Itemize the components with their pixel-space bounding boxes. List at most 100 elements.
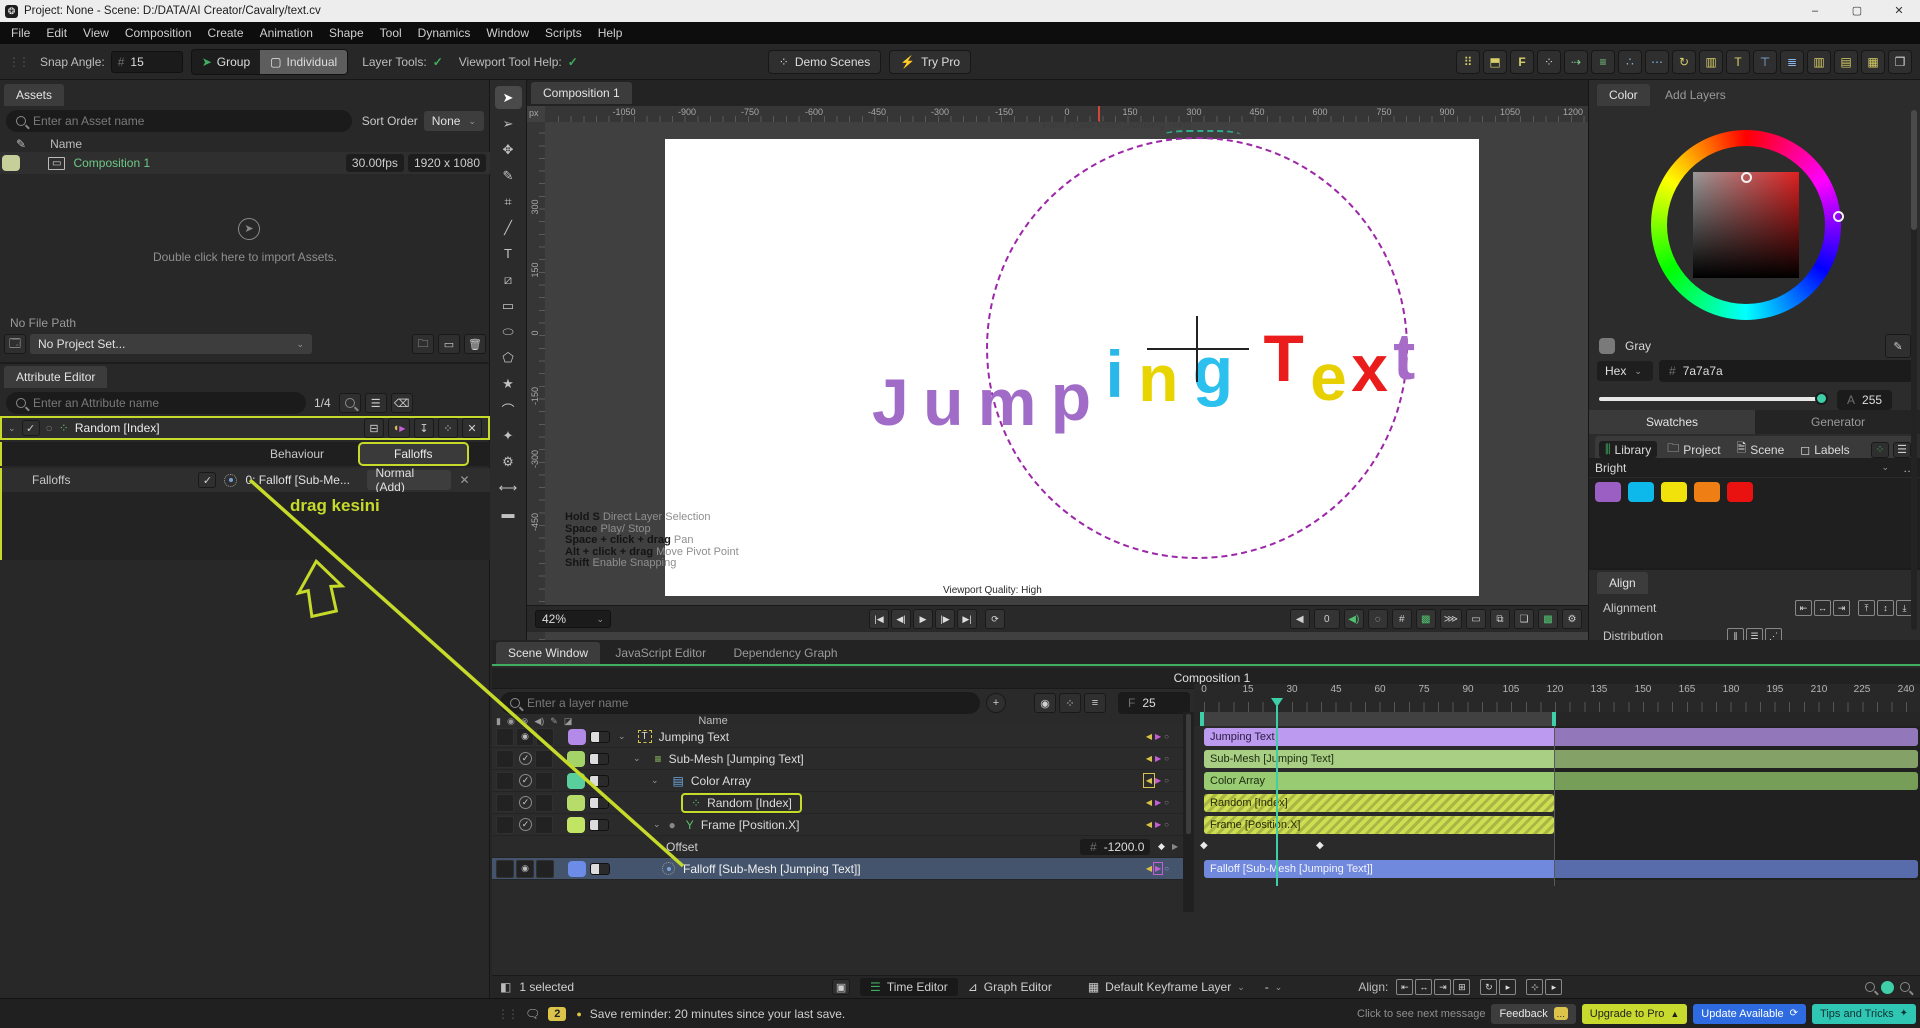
layer-name[interactable]: Random [Index] (707, 796, 792, 810)
polygon-tool-icon[interactable]: ⬠ (495, 346, 522, 369)
pin-icon[interactable]: ↧ (414, 418, 434, 438)
layer-toggle[interactable] (589, 818, 609, 831)
align-left-button[interactable]: ⇤ (1795, 600, 1812, 616)
tab-labels[interactable]: ◻ Labels (1794, 442, 1855, 458)
upgrade-pro-button[interactable]: Upgrade to Pro ▲ (1581, 1003, 1688, 1024)
blend-mode-dropdown[interactable]: Normal (Add) (367, 466, 452, 494)
align-center-v-button[interactable]: ↕ (1877, 600, 1894, 616)
lasso-icon[interactable]: ◌ (1367, 609, 1388, 629)
checker-icon[interactable]: ▩ (1538, 609, 1558, 629)
shear-tool-icon[interactable]: ⧄ (495, 268, 522, 291)
swatch-group-name[interactable]: Bright (1595, 461, 1626, 475)
layer-toggle[interactable] (589, 796, 609, 809)
panel-scrollbar[interactable] (1911, 110, 1917, 630)
star-tool-icon[interactable]: ★ (495, 372, 522, 395)
timeline-zoom-handle[interactable] (1881, 980, 1894, 994)
work-area-end-handle[interactable] (1552, 712, 1556, 726)
menu-tool[interactable]: Tool (373, 22, 409, 44)
menu-shape[interactable]: Shape (322, 22, 371, 44)
layer-swatch[interactable] (568, 860, 586, 877)
settings-tool-icon[interactable]: ⚙ (495, 450, 522, 473)
next-keyframe-icon[interactable]: ▶ (1155, 732, 1161, 741)
maximize-button[interactable]: ▢ (1836, 0, 1878, 22)
tab-scene-window[interactable]: Scene Window (496, 642, 601, 664)
sort-order-dropdown[interactable]: None ⌄ (423, 111, 484, 131)
trash-icon[interactable]: 🗑 (464, 334, 486, 354)
layer-search-input[interactable]: Enter a layer name (500, 692, 980, 714)
tab-swatches[interactable]: Swatches (1589, 410, 1755, 434)
align-middle-icon[interactable]: ≣ (1780, 49, 1804, 74)
project-set-icon[interactable]: 🗔 (4, 334, 26, 354)
layer-list-scrollbar[interactable] (1183, 712, 1194, 912)
audio-icon[interactable]: ◀) (1343, 609, 1364, 629)
layer-name[interactable]: Falloff [Sub-Mesh [Jumping Text]] (683, 862, 861, 876)
render-icon[interactable]: ⊗ (521, 716, 529, 727)
enabled-check-icon[interactable]: ✓ (519, 752, 532, 765)
tab-color[interactable]: Color (1597, 84, 1650, 106)
solo-cell[interactable] (536, 727, 554, 746)
layer-row-jumping-text[interactable]: ◉ ⌄ T Jumping Text ◀ ▶ ○ (492, 726, 1183, 748)
layer-overlays-icon[interactable]: ⧉ (1490, 609, 1510, 629)
move-tool-icon[interactable]: ✥ (495, 138, 522, 161)
visibility-cell[interactable]: ◉ (516, 859, 534, 878)
play-button[interactable]: ▶ (913, 609, 933, 629)
layer-name[interactable]: Jumping Text (659, 730, 729, 744)
chevron-down-icon[interactable]: ⌄ (618, 731, 626, 742)
chevron-down-icon[interactable]: ⌄ (651, 775, 659, 786)
snap-angle-input[interactable]: # 15 (110, 50, 183, 73)
clear-search-icon[interactable]: ⌫ (390, 393, 413, 413)
menu-help[interactable]: Help (591, 22, 630, 44)
hue-selector[interactable] (1833, 211, 1844, 222)
zoom-dropdown[interactable]: 42% ⌄ (535, 610, 611, 628)
enabled-check-icon[interactable]: ✓ (519, 796, 532, 809)
point-cluster-icon[interactable]: ∴ (1618, 49, 1642, 74)
update-available-button[interactable]: Update Available ⟳ (1693, 1003, 1807, 1024)
layer-toggle[interactable] (590, 862, 610, 875)
swatch-orange[interactable] (1694, 482, 1720, 502)
frame-field[interactable]: F 25 (1118, 692, 1190, 714)
grid-view-icon[interactable]: ⁘ (1871, 441, 1889, 458)
text-tool-icon[interactable]: T (495, 242, 522, 265)
tab-align[interactable]: Align (1597, 572, 1648, 594)
duplicator-icon[interactable]: ▥ (1699, 49, 1723, 74)
work-area-strip[interactable] (1194, 712, 1920, 726)
rectangle-tool-icon[interactable]: ▭ (495, 294, 522, 317)
sparkle-tool-icon[interactable]: ✦ (495, 424, 522, 447)
pick-attribute-icon[interactable] (338, 393, 361, 413)
hex-mode-dropdown[interactable]: Hex ⌄ (1597, 361, 1653, 381)
menu-window[interactable]: Window (479, 22, 536, 44)
eyedropper-button[interactable]: ✎ (1885, 334, 1911, 358)
layer-name[interactable]: Frame [Position.X] (701, 818, 800, 832)
skip-icon[interactable]: ⋙ (1439, 609, 1462, 629)
zoom-in-icon[interactable] (1900, 982, 1910, 992)
step-back-button[interactable]: ◀| (891, 609, 911, 629)
tab-behaviour[interactable]: Behaviour (270, 447, 324, 461)
filter-comet-icon[interactable]: ◉ (1034, 693, 1056, 713)
layer-swatch[interactable] (568, 728, 586, 745)
tab-generator[interactable]: Generator (1755, 410, 1920, 434)
viewport[interactable]: Composition 1 -1050 -900 -750 -600 -450 … (527, 80, 1588, 640)
offset-value-field[interactable]: # -1200.0 (1080, 838, 1150, 855)
menu-composition[interactable]: Composition (118, 22, 199, 44)
snap-keys-chevron-icon[interactable]: ▸ (1545, 979, 1563, 995)
skip-start-button[interactable]: |◀ (869, 609, 889, 629)
filter-sliders-icon[interactable]: ≡ (1084, 693, 1106, 713)
line-tool-icon[interactable]: ╱ (495, 216, 522, 239)
project-set-dropdown[interactable]: No Project Set... ⌄ (30, 334, 312, 354)
select-tool-icon[interactable]: ➤ (494, 86, 522, 109)
swatch-cyan[interactable] (1628, 482, 1654, 502)
close-button[interactable]: ✕ (1878, 0, 1920, 22)
tips-tricks-button[interactable]: Tips and Tricks ✦ (1812, 1003, 1916, 1024)
layer-swatch[interactable] (567, 772, 585, 789)
connections-icon[interactable]: ⊟ (364, 418, 384, 438)
lock-icon[interactable]: ▮ (496, 716, 501, 727)
swatch-purple[interactable] (1595, 482, 1621, 502)
selection-toggle-icon[interactable]: ◧ (500, 980, 511, 994)
layer-row-falloff[interactable]: ◉ Falloff [Sub-Mesh [Jumping Text]] ◀ ▶ ○ (492, 858, 1183, 880)
keyframe-colors-icon[interactable]: ◖ ▶ (388, 418, 410, 438)
step-forward-button[interactable]: |▶ (935, 609, 955, 629)
eye-icon[interactable]: ◉ (507, 716, 515, 727)
guides-icon[interactable]: ▭ (1466, 609, 1486, 629)
layout-grid-icon[interactable]: ⠿ (1456, 49, 1480, 74)
rotate-arc-icon[interactable]: ↻ (1672, 49, 1696, 74)
